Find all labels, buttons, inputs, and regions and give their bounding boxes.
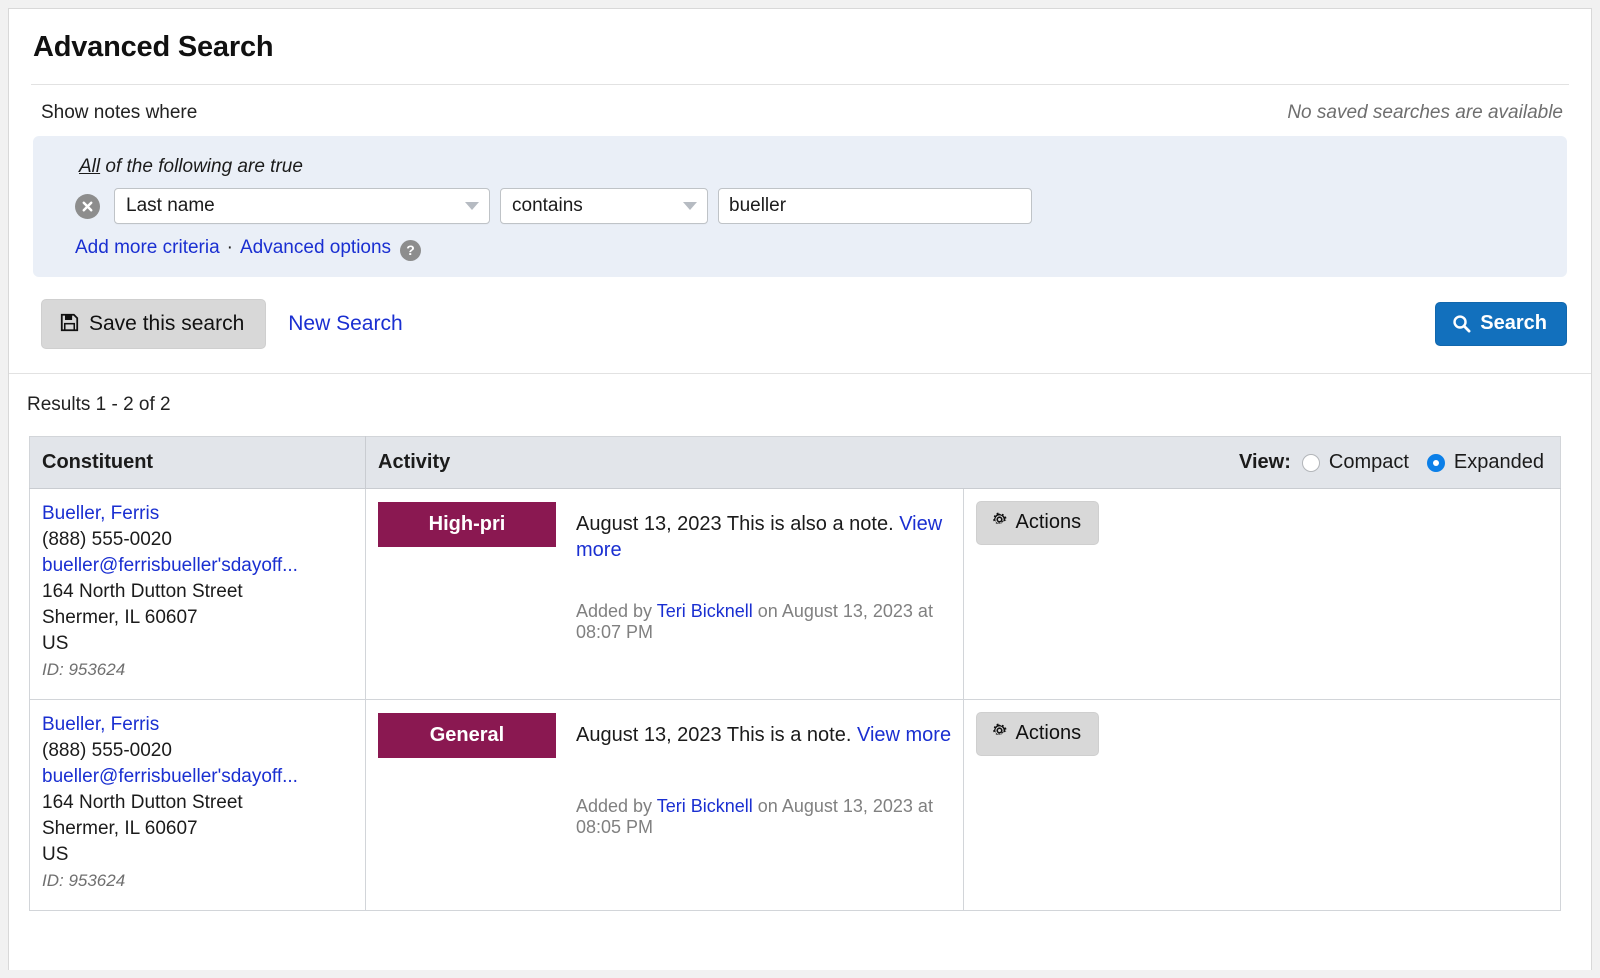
- page-title: Advanced Search: [33, 31, 274, 63]
- note-added-by: Added by Teri Bicknell on August 13, 202…: [378, 758, 963, 838]
- actions-button-label: Actions: [1015, 511, 1082, 533]
- criteria-row: Last name contains: [75, 188, 1547, 224]
- criteria-field-select[interactable]: Last name: [114, 188, 490, 224]
- gear-icon: [991, 722, 1008, 745]
- advanced-options-link[interactable]: Advanced options: [240, 237, 391, 259]
- actions-button[interactable]: Actions: [975, 501, 1100, 545]
- chevron-down-icon: [683, 202, 697, 210]
- radio-view-expanded[interactable]: [1426, 453, 1445, 472]
- no-saved-searches-message: No saved searches are available: [1287, 102, 1563, 123]
- constituent-street: 164 North Dutton Street: [42, 792, 243, 813]
- added-by-prefix: Added by: [576, 796, 653, 816]
- constituent-city-state-zip: Shermer, IL 60607: [42, 607, 198, 628]
- constituent-street: 164 North Dutton Street: [42, 581, 243, 602]
- added-by-prefix: Added by: [576, 601, 653, 621]
- view-toggle: View: Compact Expanded: [1239, 451, 1548, 474]
- chevron-down-icon: [465, 202, 479, 210]
- column-header-constituent: Constituent: [29, 436, 366, 489]
- page-root: Advanced Search Show notes where No save…: [0, 0, 1600, 978]
- constituent-country: US: [42, 633, 69, 654]
- remove-circle-icon[interactable]: [75, 193, 100, 219]
- table-row: Bueller, Ferris (888) 555-0020 bueller@f…: [29, 699, 1561, 911]
- search-prompt-row: Show notes where No saved searches are a…: [31, 85, 1569, 136]
- all-of-following-rest: of the following are true: [100, 156, 303, 177]
- constituent-country: US: [42, 844, 69, 865]
- search-action-bar: Save this search New Search Search: [31, 277, 1569, 373]
- save-this-search-button[interactable]: Save this search: [41, 299, 267, 349]
- constituent-name-link[interactable]: Bueller, Ferris: [42, 503, 159, 524]
- radio-label-compact[interactable]: Compact: [1329, 451, 1409, 474]
- view-toggle-label: View:: [1239, 451, 1291, 473]
- radio-label-expanded[interactable]: Expanded: [1454, 451, 1544, 474]
- gear-icon: [991, 511, 1008, 534]
- criteria-operator-select[interactable]: contains: [500, 188, 708, 224]
- search-button[interactable]: Search: [1435, 302, 1567, 346]
- results-header-row: Constituent Activity View: Compact Expan…: [29, 436, 1561, 489]
- constituent-id: ID: 953624: [42, 660, 126, 679]
- view-more-link[interactable]: View more: [857, 724, 951, 746]
- constituent-phone: (888) 555-0020: [42, 740, 172, 761]
- add-more-criteria-link[interactable]: Add more criteria: [75, 237, 220, 259]
- activity-cell: High-pri August 13, 2023 This is also a …: [365, 488, 964, 700]
- constituent-city-state-zip: Shermer, IL 60607: [42, 818, 198, 839]
- constituent-cell: Bueller, Ferris (888) 555-0020 bueller@f…: [29, 488, 366, 700]
- note-summary: August 13, 2023 This is also a note. Vie…: [556, 501, 963, 563]
- column-header-activity-label: Activity: [378, 451, 451, 473]
- all-any-toggle[interactable]: All: [79, 156, 100, 177]
- added-by-user-link[interactable]: Teri Bicknell: [657, 796, 753, 816]
- radio-view-compact[interactable]: [1301, 453, 1320, 472]
- actions-button-label: Actions: [1015, 722, 1082, 744]
- results-count: Results 1 - 2 of 2: [27, 394, 171, 415]
- criteria-box: All of the following are true Last name …: [33, 136, 1567, 277]
- criteria-field-value: Last name: [126, 195, 215, 216]
- criteria-links: Add more criteria · Advanced options ?: [75, 237, 1547, 261]
- constituent-id: ID: 953624: [42, 871, 126, 890]
- constituent-cell: Bueller, Ferris (888) 555-0020 bueller@f…: [29, 699, 366, 911]
- status-badge: High-pri: [378, 502, 556, 547]
- magnifier-icon: [1452, 314, 1471, 333]
- constituent-email-link[interactable]: bueller@ferrisbueller'sdayoff...: [42, 766, 298, 787]
- results-table: Constituent Activity View: Compact Expan…: [29, 436, 1561, 911]
- actions-cell: Actions: [963, 699, 1561, 911]
- link-separator: ·: [226, 237, 233, 258]
- advanced-search-panel: Advanced Search Show notes where No save…: [8, 8, 1592, 970]
- search-prompt-label: Show notes where: [41, 102, 198, 123]
- column-header-activity: Activity View: Compact Expanded: [365, 436, 1561, 489]
- note-date: August 13, 2023: [576, 513, 722, 535]
- status-badge: General: [378, 713, 556, 758]
- criteria-value-input[interactable]: [718, 188, 1032, 224]
- note-body: This is also a note.: [726, 513, 894, 535]
- constituent-phone: (888) 555-0020: [42, 529, 172, 550]
- constituent-name-link[interactable]: Bueller, Ferris: [42, 714, 159, 735]
- note-body: This is a note.: [726, 724, 852, 746]
- floppy-disk-icon: [60, 313, 79, 336]
- criteria-operator-value: contains: [512, 195, 583, 216]
- search-button-label: Search: [1480, 312, 1547, 334]
- added-by-user-link[interactable]: Teri Bicknell: [657, 601, 753, 621]
- help-icon[interactable]: ?: [400, 239, 422, 261]
- actions-cell: Actions: [963, 488, 1561, 700]
- note-summary: August 13, 2023 This is a note. View mor…: [556, 712, 963, 748]
- table-row: Bueller, Ferris (888) 555-0020 bueller@f…: [29, 488, 1561, 700]
- all-of-following-label: All of the following are true: [79, 156, 1547, 178]
- constituent-email-link[interactable]: bueller@ferrisbueller'sdayoff...: [42, 555, 298, 576]
- actions-button[interactable]: Actions: [975, 712, 1100, 756]
- note-added-by: Added by Teri Bicknell on August 13, 202…: [378, 563, 963, 643]
- note-date: August 13, 2023: [576, 724, 722, 746]
- activity-cell: General August 13, 2023 This is a note. …: [365, 699, 964, 911]
- new-search-link[interactable]: New Search: [288, 312, 402, 336]
- save-this-search-label: Save this search: [89, 312, 245, 335]
